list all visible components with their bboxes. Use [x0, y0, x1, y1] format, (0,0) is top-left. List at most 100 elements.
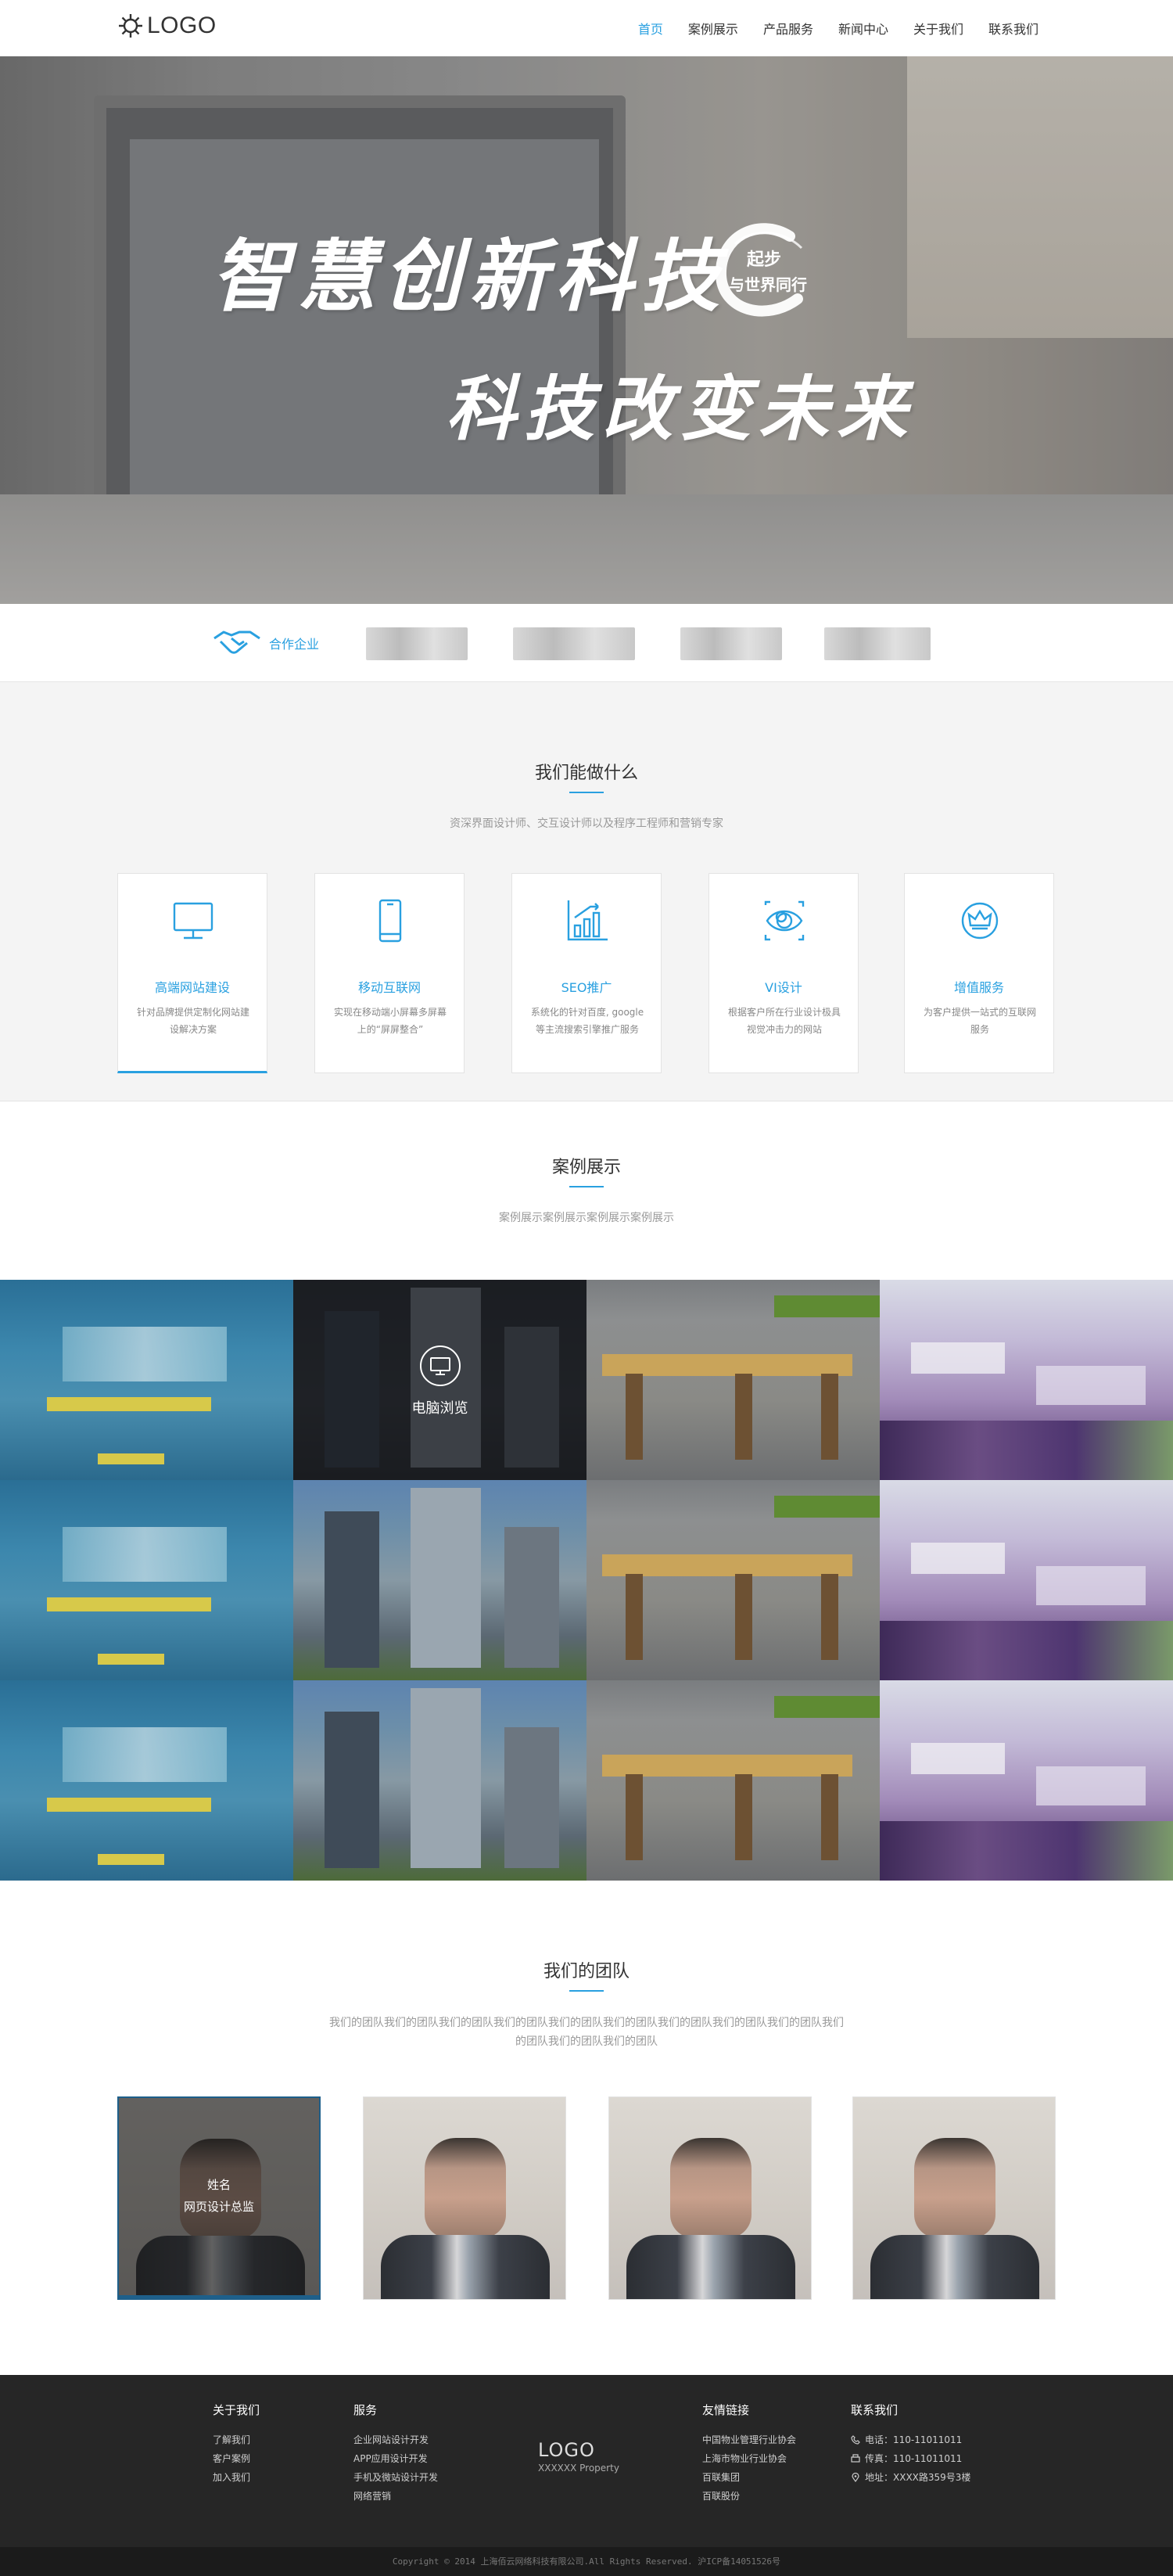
nav-news[interactable]: 新闻中心: [838, 19, 888, 38]
member-photo: [670, 2138, 752, 2238]
fax-icon: [851, 2454, 860, 2463]
partners-label-text: 合作企业: [269, 637, 320, 652]
logo-text: LOGO: [147, 13, 217, 38]
main-nav: 首页 案例展示 产品服务 新闻中心 关于我们 联系我们: [638, 19, 1038, 38]
case-hover-label: 电脑浏览: [411, 1400, 468, 1417]
footer-link[interactable]: APP应用设计开发: [353, 2449, 438, 2468]
nav-contact[interactable]: 联系我们: [988, 19, 1038, 38]
cases-subtitle: 案例展示案例展示案例展示案例展示: [499, 1212, 674, 1224]
nav-home[interactable]: 首页: [638, 19, 663, 38]
team-title: 我们的团队: [543, 1962, 630, 1981]
chart-icon: [567, 900, 608, 941]
team-member-card[interactable]: [608, 2096, 812, 2300]
service-card-web[interactable]: 高端网站建设 针对品牌提供定制化网站建设解决方案: [117, 873, 267, 1073]
case-tile[interactable]: [0, 1680, 293, 1881]
nav-about[interactable]: 关于我们: [913, 19, 963, 38]
location-icon: [852, 2473, 859, 2482]
cases-grid: 电脑浏览: [0, 1280, 1173, 1881]
service-desc: 实现在移动端小屏幕多屏幕上的“屏屏整合”: [333, 1007, 447, 1035]
case-tile[interactable]: [586, 1680, 880, 1881]
footer-service: 服务 企业网站设计开发 APP应用设计开发 手机及微站设计开发 网络营销: [353, 2402, 438, 2506]
service-card-seo[interactable]: SEO推广 系统化的针对百度, google等主流搜索引擎推广服务: [511, 873, 662, 1073]
cases-section-header: 案例展示 案例展示案例展示案例展示案例展示: [0, 1101, 1173, 1280]
service-card-mobile[interactable]: 移动互联网 实现在移动端小屏幕多屏幕上的“屏屏整合”: [314, 873, 465, 1073]
hero-stamp: 起步 与世界同行: [704, 213, 821, 330]
footer-link[interactable]: 上海市物业行业协会: [702, 2449, 796, 2468]
footer-link[interactable]: 网络营销: [353, 2487, 438, 2506]
partner-logo-3[interactable]: [680, 627, 782, 660]
team-member-card[interactable]: [363, 2096, 566, 2300]
footer-links-title: 友情链接: [702, 2403, 750, 2417]
copyright-bar: Copyright © 2014 上海佰云网络科技有限公司.All Rights…: [0, 2547, 1173, 2576]
service-desc: 为客户提供一站式的互联网服务: [923, 1007, 1036, 1035]
team-section: 我们的团队 我们的团队我们的团队我们的团队我们的团队我们的团队我们的团队我们的团…: [0, 1881, 1173, 2375]
footer-logo-sub: XXXXXX Property: [538, 2463, 619, 2474]
service-title: 增值服务: [953, 980, 1004, 995]
service-title: 高端网站建设: [154, 980, 230, 995]
partner-logo-1[interactable]: [366, 627, 468, 660]
hero-subheadline: 科技改变未来: [446, 368, 915, 451]
service-desc: 系统化的针对百度, google等主流搜索引擎推广服务: [530, 1007, 644, 1035]
team-member-card[interactable]: 姓名 网页设计总监: [117, 2096, 321, 2300]
logo-icon: [119, 14, 142, 38]
member-name: 姓名: [206, 2178, 231, 2192]
footer-contact: 联系我们 电话：110-11011011 传真：110-11011011 地址：…: [851, 2402, 970, 2487]
contact-address: 地址：XXXX路359号3楼: [865, 2472, 971, 2483]
case-tile[interactable]: [0, 1280, 293, 1480]
case-tile[interactable]: [586, 1280, 880, 1480]
case-tile[interactable]: [880, 1680, 1173, 1881]
footer-link[interactable]: 客户案例: [213, 2449, 260, 2468]
service-card-value-added[interactable]: 增值服务 为客户提供一站式的互联网服务: [904, 873, 1054, 1073]
case-tile-hovered[interactable]: 电脑浏览: [293, 1280, 586, 1480]
footer-link[interactable]: 百联股份: [702, 2487, 796, 2506]
cases-title-underline: [569, 1186, 604, 1187]
brush-circle-icon: [715, 223, 803, 317]
case-tile[interactable]: [880, 1280, 1173, 1480]
partner-logo-2[interactable]: [513, 627, 635, 660]
stamp-top-text: 起步: [747, 250, 782, 270]
site-footer: 关于我们 了解我们 客户案例 加入我们 服务 企业网站设计开发 APP应用设计开…: [0, 2375, 1173, 2547]
case-tile[interactable]: [880, 1480, 1173, 1680]
crown-icon: [961, 902, 999, 940]
service-desc: 根据客户所在行业设计极具视觉冲击力的网站: [727, 1007, 841, 1035]
team-title-underline: [569, 1990, 604, 1992]
case-tile[interactable]: [293, 1680, 586, 1881]
service-card-vi[interactable]: VI设计 根据客户所在行业设计极具视觉冲击力的网站: [708, 873, 859, 1073]
footer-link[interactable]: 中国物业管理行业协会: [702, 2430, 796, 2449]
case-tile[interactable]: [586, 1480, 880, 1680]
service-title: 移动互联网: [357, 980, 421, 995]
handshake-icon: [213, 631, 260, 654]
site-logo[interactable]: LOGO: [117, 13, 217, 39]
footer-link[interactable]: 了解我们: [213, 2430, 260, 2449]
footer-logo[interactable]: LOGO XXXXXX Property: [538, 2439, 619, 2474]
service-title: VI设计: [765, 980, 802, 995]
member-photo: [914, 2138, 995, 2238]
member-photo: [425, 2138, 506, 2238]
case-tile[interactable]: [0, 1480, 293, 1680]
footer-link[interactable]: 企业网站设计开发: [353, 2430, 438, 2449]
footer-link[interactable]: 加入我们: [213, 2468, 260, 2487]
service-title: SEO推广: [561, 980, 612, 995]
team-member-card[interactable]: [852, 2096, 1056, 2300]
partner-logo-4[interactable]: [824, 627, 931, 660]
site-header: LOGO 首页 案例展示 产品服务 新闻中心 关于我们 联系我们: [0, 0, 1173, 56]
partners-strip: 合作企业: [0, 604, 1173, 682]
services-title: 我们能做什么: [534, 763, 638, 783]
footer-link[interactable]: 百联集团: [702, 2468, 796, 2487]
services-title-underline: [569, 792, 604, 793]
desktop-icon: [173, 902, 213, 940]
contact-fax: 传真：110-11011011: [865, 2453, 963, 2464]
case-tile[interactable]: [293, 1480, 586, 1680]
monitor-icon: [420, 1345, 461, 1386]
nav-products[interactable]: 产品服务: [763, 19, 813, 38]
eye-icon: [764, 900, 805, 941]
hero-headline: 智慧创新科技: [211, 230, 727, 322]
cases-title: 案例展示: [551, 1158, 621, 1177]
mobile-icon: [378, 899, 402, 943]
hero-banner: 智慧创新科技 起步 与世界同行 科技改变未来: [0, 56, 1173, 604]
service-desc: 针对品牌提供定制化网站建设解决方案: [136, 1007, 249, 1035]
partners-label: 合作企业: [213, 627, 319, 659]
nav-cases[interactable]: 案例展示: [688, 19, 738, 38]
footer-link[interactable]: 手机及微站设计开发: [353, 2468, 438, 2487]
footer-logo-text: LOGO: [538, 2439, 595, 2461]
